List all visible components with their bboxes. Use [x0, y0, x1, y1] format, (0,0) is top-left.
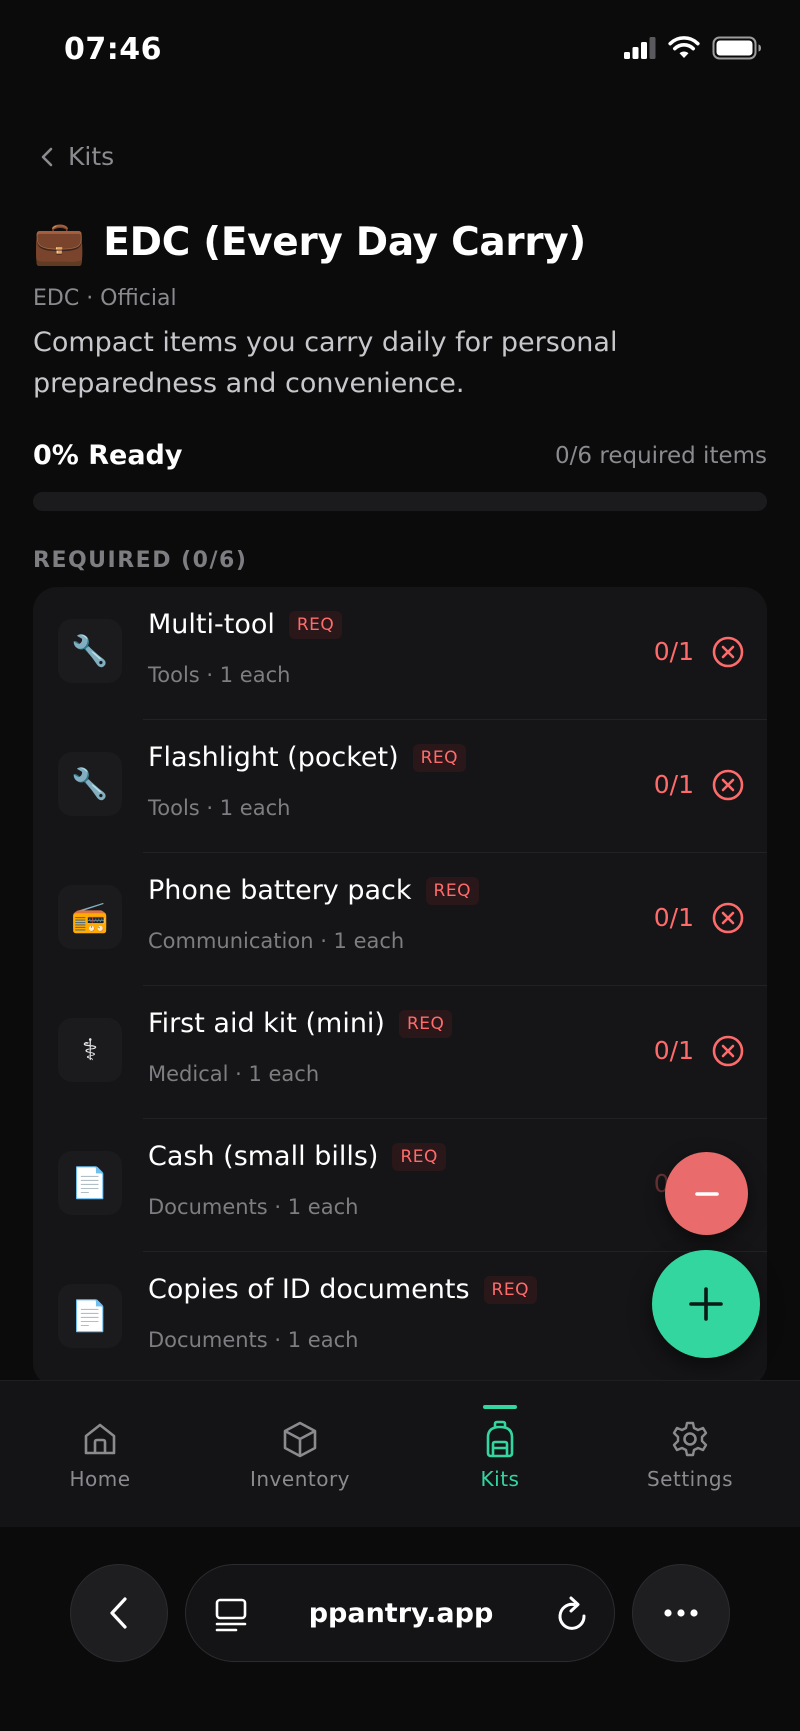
wifi-icon: [668, 36, 700, 58]
medical-icon: ⚕: [58, 1018, 122, 1082]
req-badge: REQ: [398, 1009, 453, 1038]
list-item[interactable]: 📻 Phone battery pack REQ Communication ·…: [33, 853, 767, 986]
document-icon: 📄: [58, 1151, 122, 1215]
item-name: First aid kit (mini): [148, 1008, 385, 1039]
required-items-list: 🔧 Multi-tool REQ Tools · 1 each 0/1 🔧 Fl…: [33, 587, 767, 1387]
item-subtitle: Documents · 1 each: [148, 1328, 359, 1352]
list-item[interactable]: ⚕ First aid kit (mini) REQ Medical · 1 e…: [33, 986, 767, 1119]
tab-home[interactable]: Home: [0, 1381, 200, 1528]
required-items-count: 0/6 required items: [555, 442, 767, 469]
list-item[interactable]: 📄 Cash (small bills) REQ Documents · 1 e…: [33, 1119, 767, 1252]
remove-circle-icon[interactable]: [711, 1034, 745, 1068]
item-name: Flashlight (pocket): [148, 742, 399, 773]
browser-toolbar: ppantry.app: [0, 1527, 800, 1731]
home-icon: [84, 1423, 116, 1455]
tab-label: Kits: [480, 1467, 520, 1491]
kit-title-row: 💼 EDC (Every Day Carry): [33, 220, 586, 265]
remove-item-fab[interactable]: [665, 1152, 748, 1235]
radio-icon: 📻: [58, 885, 122, 949]
item-count: 0/1: [653, 770, 694, 799]
cellular-signal-icon: [624, 37, 656, 59]
req-badge: REQ: [288, 610, 343, 639]
bottom-tab-bar: Home Inventory Kits Settings: [0, 1380, 800, 1527]
briefcase-icon: 💼: [33, 217, 86, 267]
item-count: 0/1: [653, 1036, 694, 1065]
status-time: 07:46: [64, 32, 162, 67]
req-badge: REQ: [412, 743, 467, 772]
req-badge: REQ: [392, 1142, 446, 1171]
item-subtitle: Tools · 1 each: [148, 663, 291, 687]
backpack-icon: [486, 1420, 514, 1458]
item-count: 0/1: [653, 903, 694, 932]
readiness-progress-bar: [33, 492, 767, 511]
wrench-icon: 🔧: [58, 619, 122, 683]
item-name-row: Phone battery pack REQ: [148, 875, 479, 906]
readiness-row: 0% Ready 0/6 required items: [33, 440, 767, 471]
reload-icon[interactable]: [554, 1595, 590, 1633]
remove-circle-icon[interactable]: [711, 768, 745, 802]
item-subtitle: Medical · 1 each: [148, 1062, 320, 1086]
chevron-left-icon: [41, 147, 53, 166]
wrench-icon: 🔧: [58, 752, 122, 816]
ready-percent: 0% Ready: [33, 440, 183, 471]
item-name: Copies of ID documents: [148, 1274, 470, 1305]
page-title: EDC (Every Day Carry): [103, 220, 586, 265]
item-name-row: Copies of ID documents REQ: [148, 1274, 537, 1305]
browser-more-button[interactable]: [632, 1564, 730, 1662]
chevron-left-icon: [110, 1597, 127, 1629]
address-bar[interactable]: ppantry.app: [185, 1564, 615, 1662]
kit-meta: EDC · Official: [33, 286, 177, 311]
item-name-row: Flashlight (pocket) REQ: [148, 742, 467, 773]
remove-circle-icon[interactable]: [711, 901, 745, 935]
item-name-row: First aid kit (mini) REQ: [148, 1008, 453, 1039]
active-tab-indicator: [483, 1405, 517, 1409]
status-icons: [624, 36, 762, 60]
req-badge: REQ: [425, 876, 479, 905]
add-item-fab[interactable]: [652, 1250, 760, 1358]
item-subtitle: Communication · 1 each: [148, 929, 405, 953]
item-name-row: Multi-tool REQ: [148, 609, 343, 640]
item-count: 0/1: [653, 637, 694, 666]
list-item[interactable]: 🔧 Flashlight (pocket) REQ Tools · 1 each…: [33, 720, 767, 853]
tab-inventory[interactable]: Inventory: [200, 1381, 400, 1528]
gear-icon: [672, 1421, 708, 1457]
item-subtitle: Documents · 1 each: [148, 1195, 359, 1219]
list-item[interactable]: 🔧 Multi-tool REQ Tools · 1 each 0/1: [33, 587, 767, 720]
more-dots-icon: [664, 1609, 698, 1617]
battery-icon: [712, 36, 761, 60]
browser-back-button[interactable]: [70, 1564, 168, 1662]
tab-label: Home: [69, 1467, 131, 1491]
tab-kits[interactable]: Kits: [400, 1381, 600, 1528]
back-link-label: Kits: [68, 142, 115, 171]
status-bar: 07:46: [0, 0, 800, 100]
plus-icon: [689, 1287, 723, 1321]
kit-description: Compact items you carry daily for person…: [33, 327, 618, 399]
tab-label: Inventory: [249, 1467, 351, 1491]
tab-settings[interactable]: Settings: [590, 1381, 790, 1528]
box-icon: [283, 1421, 317, 1458]
document-icon: 📄: [58, 1284, 122, 1348]
minus-icon: [694, 1191, 719, 1196]
item-name: Phone battery pack: [148, 875, 412, 906]
remove-circle-icon[interactable]: [711, 635, 745, 669]
item-name-row: Cash (small bills) REQ: [148, 1141, 446, 1172]
item-name: Cash (small bills): [148, 1141, 379, 1172]
tab-label: Settings: [646, 1467, 734, 1491]
item-name: Multi-tool: [148, 609, 275, 640]
url-text: ppantry.app: [308, 1598, 494, 1629]
required-section-label: REQUIRED (0/6): [33, 548, 248, 573]
back-to-kits-link[interactable]: Kits: [40, 142, 114, 171]
req-badge: REQ: [483, 1275, 537, 1304]
item-subtitle: Tools · 1 each: [148, 796, 291, 820]
